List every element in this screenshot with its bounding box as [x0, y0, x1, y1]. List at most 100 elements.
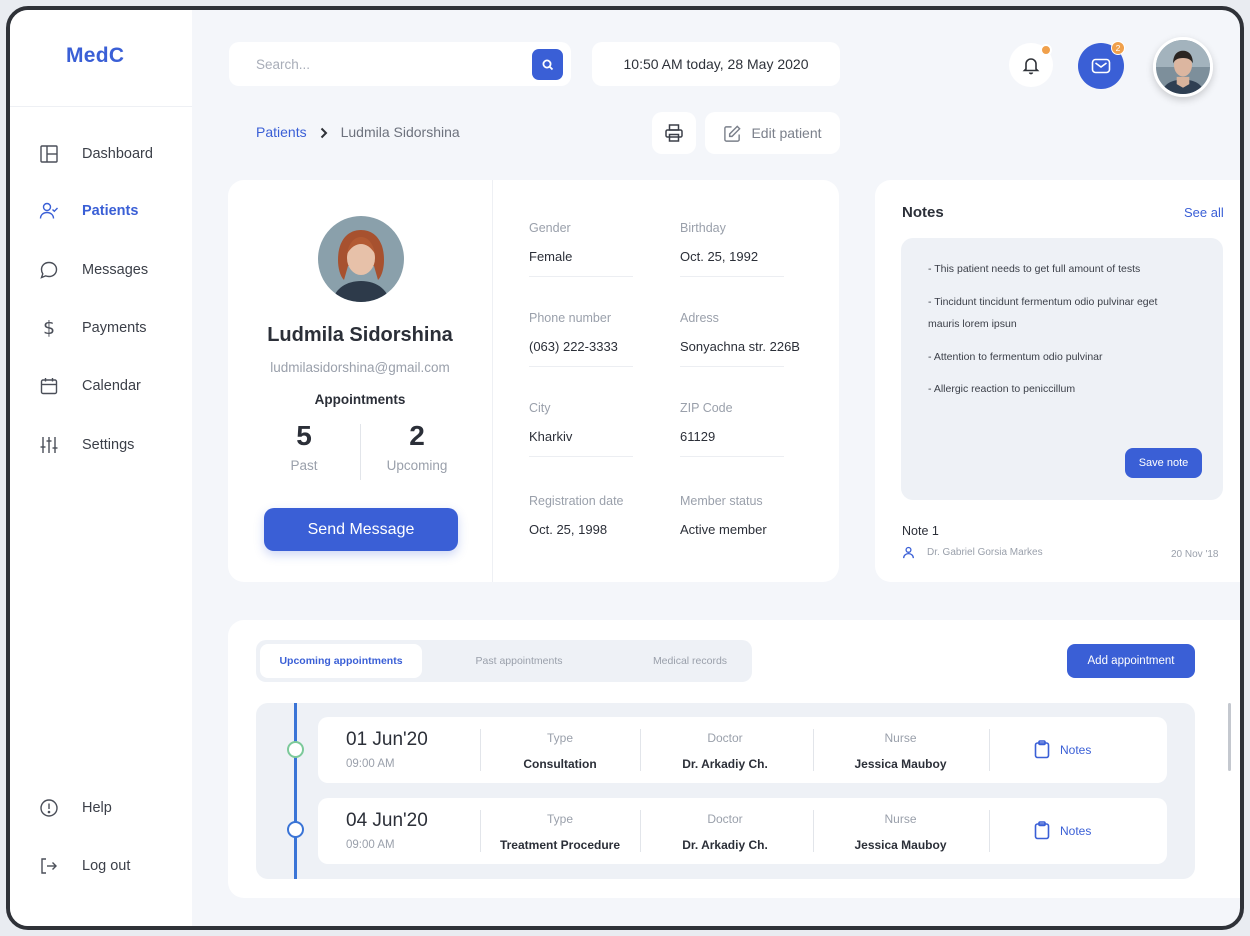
- saved-note-title[interactable]: Note 1: [902, 524, 939, 538]
- send-message-button[interactable]: Send Message: [264, 508, 458, 551]
- field-value: Oct. 25, 1998: [529, 522, 608, 537]
- message-icon: [38, 259, 60, 281]
- sidebar-item-payments[interactable]: $ Payments: [38, 316, 147, 340]
- upcoming-label: Upcoming: [386, 458, 448, 473]
- user-icon: [903, 546, 914, 559]
- see-all-notes-link[interactable]: See all: [1184, 205, 1224, 220]
- user-avatar[interactable]: [1153, 37, 1213, 97]
- field-value: Kharkiv: [529, 429, 573, 444]
- appointment-time: 09:00 AM: [346, 758, 395, 770]
- bell-icon: [1022, 58, 1040, 75]
- note-line: - Tincidunt tincidunt fermentum odio pul…: [928, 296, 1158, 330]
- field-label: Gender: [529, 221, 571, 235]
- field-value: Female: [529, 249, 573, 264]
- field-zip: ZIP Code 61129: [680, 401, 784, 457]
- appointments-panel: Upcoming appointments Past appointments …: [228, 620, 1240, 898]
- appointment-row[interactable]: 04 Jun'20 09:00 AM Type Treatment Proced…: [318, 798, 1167, 864]
- logout-icon: [38, 855, 60, 877]
- search-input[interactable]: [256, 56, 516, 72]
- appointment-row[interactable]: 01 Jun'20 09:00 AM Type Consultation Doc…: [318, 717, 1167, 783]
- field-registration-date: Registration date Oct. 25, 1998: [529, 494, 633, 537]
- field-value: Sonyachna str. 226B: [680, 339, 800, 354]
- notes-title: Notes: [902, 204, 944, 221]
- appointment-nurse: Nurse Jessica Mauboy: [823, 731, 978, 771]
- field-value: Oct. 25, 1992: [680, 249, 759, 264]
- messages-button[interactable]: 2: [1078, 41, 1125, 89]
- field-value: (063) 222-3333: [529, 339, 618, 354]
- add-appointment-button[interactable]: Add appointment: [1067, 644, 1195, 678]
- sidebar-item-settings[interactable]: Settings: [38, 433, 134, 457]
- row-divider: [989, 729, 990, 771]
- field-label: Phone number: [529, 311, 612, 325]
- appointment-tabs: Upcoming appointments Past appointments …: [256, 640, 752, 682]
- saved-note-doctor: Dr. Gabriel Gorsia Markes: [927, 547, 1043, 558]
- patient-card: Ludmila Sidorshina ludmilasidorshina@gma…: [228, 180, 839, 582]
- current-datetime: 10:50 AM today, 28 May 2020: [592, 42, 840, 86]
- breadcrumb-patients-link[interactable]: Patients: [256, 124, 307, 140]
- app-window: MedC Dashboard Patients Messages $ Payme…: [6, 6, 1244, 930]
- save-note-button[interactable]: Save note: [1125, 448, 1202, 478]
- edit-icon: [724, 124, 742, 142]
- user-avatar-image: [1156, 40, 1210, 94]
- field-value: Active member: [680, 522, 767, 537]
- sidebar-item-calendar[interactable]: Calendar: [38, 374, 141, 398]
- note-editor[interactable]: - This patient needs to get full amount …: [901, 238, 1223, 500]
- timeline-dot: [287, 741, 304, 758]
- row-divider: [813, 810, 814, 852]
- appointment-nurse: Nurse Jessica Mauboy: [823, 812, 978, 852]
- saved-note-author: Dr. Gabriel Gorsia Markes: [902, 546, 1043, 559]
- column-label: Nurse: [884, 812, 917, 826]
- appointment-list-scrollbar[interactable]: [1228, 703, 1231, 771]
- tab-medical-records[interactable]: Medical records: [608, 644, 772, 678]
- column-value: Jessica Mauboy: [854, 838, 947, 852]
- column-value: Consultation: [523, 757, 597, 771]
- sidebar-item-dashboard[interactable]: Dashboard: [38, 142, 153, 166]
- tab-upcoming-appointments[interactable]: Upcoming appointments: [260, 644, 422, 678]
- appointment-notes-link[interactable]: Notes: [1034, 821, 1091, 840]
- sidebar-item-help[interactable]: Help: [38, 796, 112, 820]
- sidebar-item-label: Settings: [82, 437, 135, 453]
- field-underline: [529, 456, 633, 457]
- field-label: Member status: [680, 494, 763, 508]
- sidebar-item-label: Help: [82, 800, 112, 816]
- search-button[interactable]: [532, 49, 563, 80]
- field-label: Registration date: [529, 494, 624, 508]
- past-count: 5: [296, 420, 312, 451]
- notifications-button[interactable]: [1009, 43, 1053, 87]
- row-divider: [480, 729, 481, 771]
- appointment-type: Type Treatment Procedure: [490, 812, 630, 852]
- timeline-dot: [287, 821, 304, 838]
- notes-label: Notes: [1060, 742, 1092, 757]
- appointment-notes-link[interactable]: Notes: [1034, 740, 1091, 759]
- past-label: Past: [290, 458, 318, 473]
- edit-patient-button[interactable]: Edit patient: [705, 112, 840, 154]
- sidebar-item-patients[interactable]: Patients: [38, 199, 138, 223]
- field-value: 61129: [680, 429, 716, 444]
- column-value: Dr. Arkadiy Ch.: [682, 757, 768, 771]
- field-address: Adress Sonyachna str. 226B: [680, 311, 800, 367]
- sidebar-item-label: Calendar: [82, 378, 141, 394]
- column-value: Dr. Arkadiy Ch.: [682, 838, 768, 852]
- mail-icon: [1091, 58, 1111, 74]
- field-underline: [680, 276, 784, 277]
- chevron-right-icon: [319, 126, 329, 139]
- search-bar: [229, 42, 571, 86]
- field-label: ZIP Code: [680, 401, 733, 415]
- column-label: Doctor: [707, 812, 743, 826]
- appointment-type: Type Consultation: [490, 731, 630, 771]
- sliders-icon: [38, 434, 60, 456]
- column-label: Type: [546, 731, 573, 745]
- appointment-date: 01 Jun'20: [346, 729, 428, 750]
- tab-past-appointments[interactable]: Past appointments: [436, 644, 602, 678]
- note-line: - Allergic reaction to peniccillum: [928, 383, 1076, 395]
- row-divider: [640, 810, 641, 852]
- sidebar-item-messages[interactable]: Messages: [38, 258, 148, 282]
- print-button[interactable]: [652, 112, 696, 154]
- app-logo[interactable]: MedC: [66, 44, 124, 68]
- dashboard-icon: [38, 143, 60, 165]
- calendar-icon: [38, 375, 60, 397]
- notes-card: Notes See all - This patient needs to ge…: [875, 180, 1240, 582]
- sidebar-item-logout[interactable]: Log out: [38, 854, 130, 878]
- sidebar-divider: [10, 106, 192, 107]
- upcoming-appointments-stat: 2 Upcoming: [357, 420, 477, 473]
